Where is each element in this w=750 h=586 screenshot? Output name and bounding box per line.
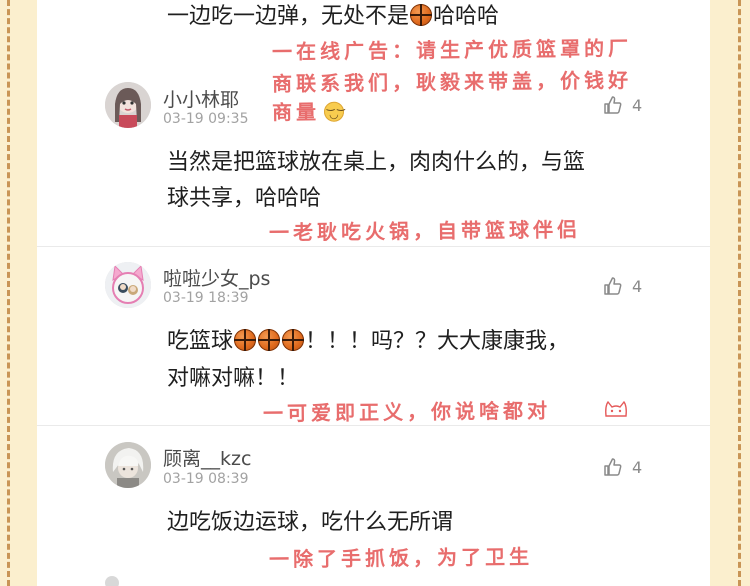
right-dashed-border <box>738 0 741 586</box>
like-count: 4 <box>632 457 643 477</box>
basketball-emoji-icon <box>410 4 433 26</box>
avatar[interactable] <box>105 82 151 128</box>
thumbs-up-icon <box>604 458 622 476</box>
white-hair-avatar-icon <box>105 442 151 488</box>
comment-body-line: 对嘛对嘛！！ <box>167 366 300 391</box>
annotation-ad-line2: 商联系我们，耿毅来带盖，价钱好 <box>271 68 633 96</box>
annotation-ad-line3: 商量 <box>272 96 345 126</box>
timestamp: 03-19 09:35 <box>163 111 249 127</box>
like-button[interactable]: 4 <box>603 457 642 477</box>
thumbs-up-icon <box>604 277 622 295</box>
annotation: 一除了手抓饭，为了卫生 <box>268 544 534 572</box>
avatar-peek <box>105 576 119 586</box>
annotation-ad-line1: 一在线广告：请生产优质篮罩的厂 <box>271 36 633 64</box>
divider <box>37 246 710 247</box>
smile-emoji-icon <box>323 101 345 122</box>
thumbs-up-icon <box>604 96 622 114</box>
avatar[interactable] <box>105 442 151 488</box>
avatar[interactable] <box>105 262 151 308</box>
timestamp: 03-19 08:39 <box>163 471 249 487</box>
comment-body-line: 吃篮球 ！！！吗？？大大康康我， <box>167 329 570 354</box>
comment-body-line: 当然是把篮球放在桌上，肉肉什么的，与篮 <box>167 150 586 175</box>
next-comment-peek <box>105 576 119 586</box>
comment-card: 一边吃一边弹，无处不是 哈哈哈 一在线广告：请生产优质篮罩的厂 商联系我们，耿毅来… <box>37 0 710 586</box>
annotation: 一可爱即正义，你说啥都对 <box>262 398 552 426</box>
cat-ears-avatar-icon <box>105 262 151 308</box>
username[interactable]: 小小林耶 <box>163 85 239 112</box>
left-dashed-border <box>7 0 10 586</box>
annotation: 一老耿吃火锅，自带篮球伴侣 <box>268 217 582 245</box>
divider <box>37 425 710 426</box>
comment-body-line: 边吃饭边运球，吃什么无所谓 <box>167 510 454 535</box>
like-count: 4 <box>632 276 643 296</box>
like-button[interactable]: 4 <box>603 95 642 115</box>
like-count: 4 <box>632 95 643 115</box>
cat-doodle-icon <box>605 400 627 417</box>
basketball-emoji-icon <box>282 329 305 351</box>
basketball-emoji-icon <box>234 329 257 351</box>
girl-avatar-icon <box>105 82 151 128</box>
comment-body-top: 一边吃一边弹，无处不是 哈哈哈 <box>167 4 500 29</box>
username[interactable]: 顾离__kzc <box>163 444 251 471</box>
basketball-emoji-icon <box>258 329 281 351</box>
timestamp: 03-19 18:39 <box>163 290 249 306</box>
comment-body-line: 球共享，哈哈哈 <box>167 186 322 211</box>
username[interactable]: 啦啦少女_ps <box>163 264 270 291</box>
like-button[interactable]: 4 <box>603 276 642 296</box>
